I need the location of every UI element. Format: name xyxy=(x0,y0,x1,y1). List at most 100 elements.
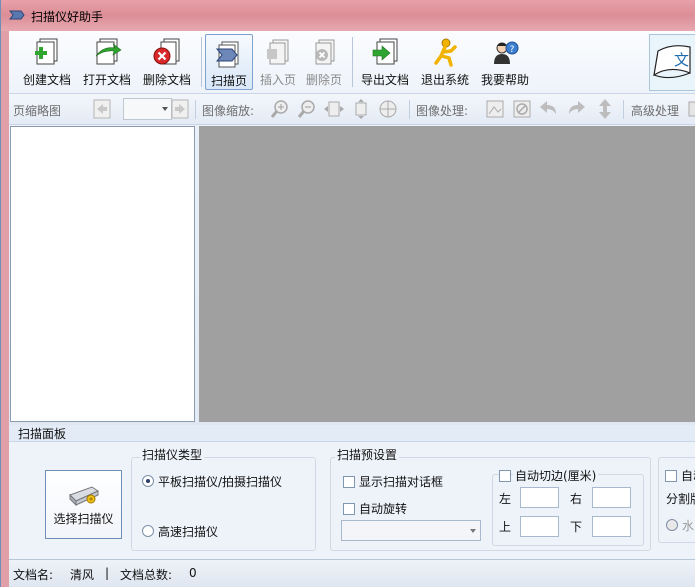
select-scanner-label: 选择扫描仪 xyxy=(53,512,114,526)
image-clear-icon[interactable] xyxy=(511,98,533,120)
split-horizontal-label: 水 xyxy=(682,519,695,533)
export-document-icon xyxy=(372,38,398,65)
open-document-icon xyxy=(95,38,122,65)
title-bar: 扫描仪好助手 xyxy=(1,0,695,31)
export-doc-label: 导出文档 xyxy=(360,73,409,87)
show-scan-dialog-label: 显示扫描对话框 xyxy=(359,475,444,489)
high-speed-scanner-radio[interactable] xyxy=(142,525,154,537)
scan-page-label: 扫描页 xyxy=(210,74,247,88)
crop-top-input[interactable] xyxy=(520,516,559,537)
crop-left-input[interactable] xyxy=(520,487,559,508)
rotate-right-icon[interactable] xyxy=(565,98,587,120)
advanced-process-label: 高级处理 xyxy=(631,104,680,118)
crop-right-label: 右 xyxy=(570,492,583,506)
delete-doc-button[interactable]: 删除文档 xyxy=(139,34,195,90)
doc-total-label: 文档总数: xyxy=(120,568,173,582)
delete-page-button[interactable]: 删除页 xyxy=(302,34,346,90)
auto-rotate-label: 自动旋转 xyxy=(359,502,408,516)
open-doc-button[interactable]: 打开文档 xyxy=(79,34,135,90)
scanner-type-title: 扫描仪类型 xyxy=(140,446,205,463)
open-doc-label: 打开文档 xyxy=(82,73,131,87)
exit-system-button[interactable]: 退出系统 xyxy=(417,34,473,90)
app-window: 扫描仪好助手 创建文档 打开文档 删除文档 扫描页 插入页 删除页 导出文档 退… xyxy=(0,0,695,587)
delete-document-icon xyxy=(153,38,180,65)
panel-splitter[interactable] xyxy=(9,422,695,425)
fit-height-icon[interactable] xyxy=(350,98,372,120)
exit-person-icon xyxy=(434,38,457,67)
split-label: 分割版 xyxy=(666,492,695,506)
flatbed-scanner-radio[interactable] xyxy=(142,475,154,487)
scanner-icon xyxy=(69,486,100,507)
doc-name-value: 清风 xyxy=(70,568,95,582)
export-doc-button[interactable]: 导出文档 xyxy=(357,34,413,90)
crop-right-input[interactable] xyxy=(592,487,631,508)
help-person-icon: ? xyxy=(494,41,519,64)
auto-split-checkbox[interactable] xyxy=(665,470,677,482)
create-doc-button[interactable]: 创建文档 xyxy=(19,34,75,90)
doc-total-value: 0 xyxy=(189,566,197,580)
insert-page-button[interactable]: 插入页 xyxy=(256,34,300,90)
rotate-left-icon[interactable] xyxy=(538,98,560,120)
scan-preset-title: 扫描预设置 xyxy=(335,446,400,463)
image-zoom-label: 图像缩放: xyxy=(202,104,255,118)
image-process-label: 图像处理: xyxy=(416,104,469,118)
crop-bottom-label: 下 xyxy=(570,520,583,534)
new-document-icon xyxy=(35,38,58,65)
zoom-in-icon[interactable] xyxy=(269,98,291,120)
toolbar-separator xyxy=(623,100,624,119)
image-viewer[interactable] xyxy=(199,126,695,422)
svg-text:文: 文 xyxy=(674,51,689,69)
doc-name-label: 文档名: xyxy=(13,568,54,582)
auto-split-label: 自动 xyxy=(681,469,695,483)
page-thumbnail-label: 页缩略图 xyxy=(13,104,62,118)
exit-system-label: 退出系统 xyxy=(420,73,469,87)
insert-page-label: 插入页 xyxy=(259,73,296,87)
help-label: 我要帮助 xyxy=(480,73,529,87)
select-scanner-button[interactable]: 选择扫描仪 xyxy=(45,470,122,539)
help-button[interactable]: ? 我要帮助 xyxy=(477,34,533,90)
crop-top-label: 上 xyxy=(499,520,512,534)
delete-page-label: 删除页 xyxy=(305,73,342,87)
window-title: 扫描仪好助手 xyxy=(31,10,104,24)
svg-text:?: ? xyxy=(510,45,515,55)
scanner-app-icon xyxy=(9,10,25,20)
fit-page-icon[interactable] xyxy=(377,98,399,120)
delete-doc-label: 删除文档 xyxy=(142,73,191,87)
toolbar-separator xyxy=(352,37,353,87)
image-adjust-icon[interactable] xyxy=(484,98,506,120)
scan-page-button[interactable]: 扫描页 xyxy=(205,34,253,90)
advanced-tool-icon[interactable] xyxy=(688,98,695,120)
insert-page-icon xyxy=(267,39,289,65)
secondary-toolbar: 页缩略图 图像缩放: 图像处理: 高级处理 xyxy=(9,94,695,125)
chevron-down-icon xyxy=(162,107,168,111)
next-page-icon[interactable] xyxy=(169,98,191,120)
zoom-out-icon[interactable] xyxy=(296,98,318,120)
prev-page-icon[interactable] xyxy=(91,98,113,120)
book-logo-icon: 文 xyxy=(649,34,695,91)
flip-vertical-icon[interactable] xyxy=(594,98,616,120)
rotate-mode-dropdown[interactable] xyxy=(341,520,481,541)
create-doc-label: 创建文档 xyxy=(22,73,71,87)
main-toolbar: 创建文档 打开文档 删除文档 扫描页 插入页 删除页 导出文档 退出系统 ? 我… xyxy=(9,31,695,94)
flatbed-scanner-label: 平板扫描仪/拍摄扫描仪 xyxy=(158,475,283,489)
toolbar-separator xyxy=(201,37,202,87)
chevron-down-icon xyxy=(470,529,476,533)
auto-crop-checkbox[interactable] xyxy=(499,470,511,482)
scan-panel-title: 扫描面板 xyxy=(18,427,67,441)
delete-page-icon xyxy=(315,39,335,65)
split-horizontal-radio[interactable] xyxy=(666,519,678,531)
scan-page-icon xyxy=(215,41,239,68)
toolbar-separator xyxy=(409,100,410,119)
window-frame-left xyxy=(1,31,9,587)
status-bar: 文档名: 清风 | 文档总数: 0 xyxy=(9,559,695,587)
high-speed-scanner-label: 高速扫描仪 xyxy=(158,525,219,539)
toolbar-separator xyxy=(195,100,196,119)
fit-width-icon[interactable] xyxy=(323,98,345,120)
auto-crop-title: 自动切边(厘米) xyxy=(513,467,599,484)
show-scan-dialog-checkbox[interactable] xyxy=(343,476,355,488)
page-select-dropdown[interactable] xyxy=(123,98,172,120)
auto-rotate-checkbox[interactable] xyxy=(343,503,355,515)
crop-bottom-input[interactable] xyxy=(592,516,631,537)
status-separator: | xyxy=(105,566,110,580)
thumbnail-panel[interactable] xyxy=(10,126,195,422)
